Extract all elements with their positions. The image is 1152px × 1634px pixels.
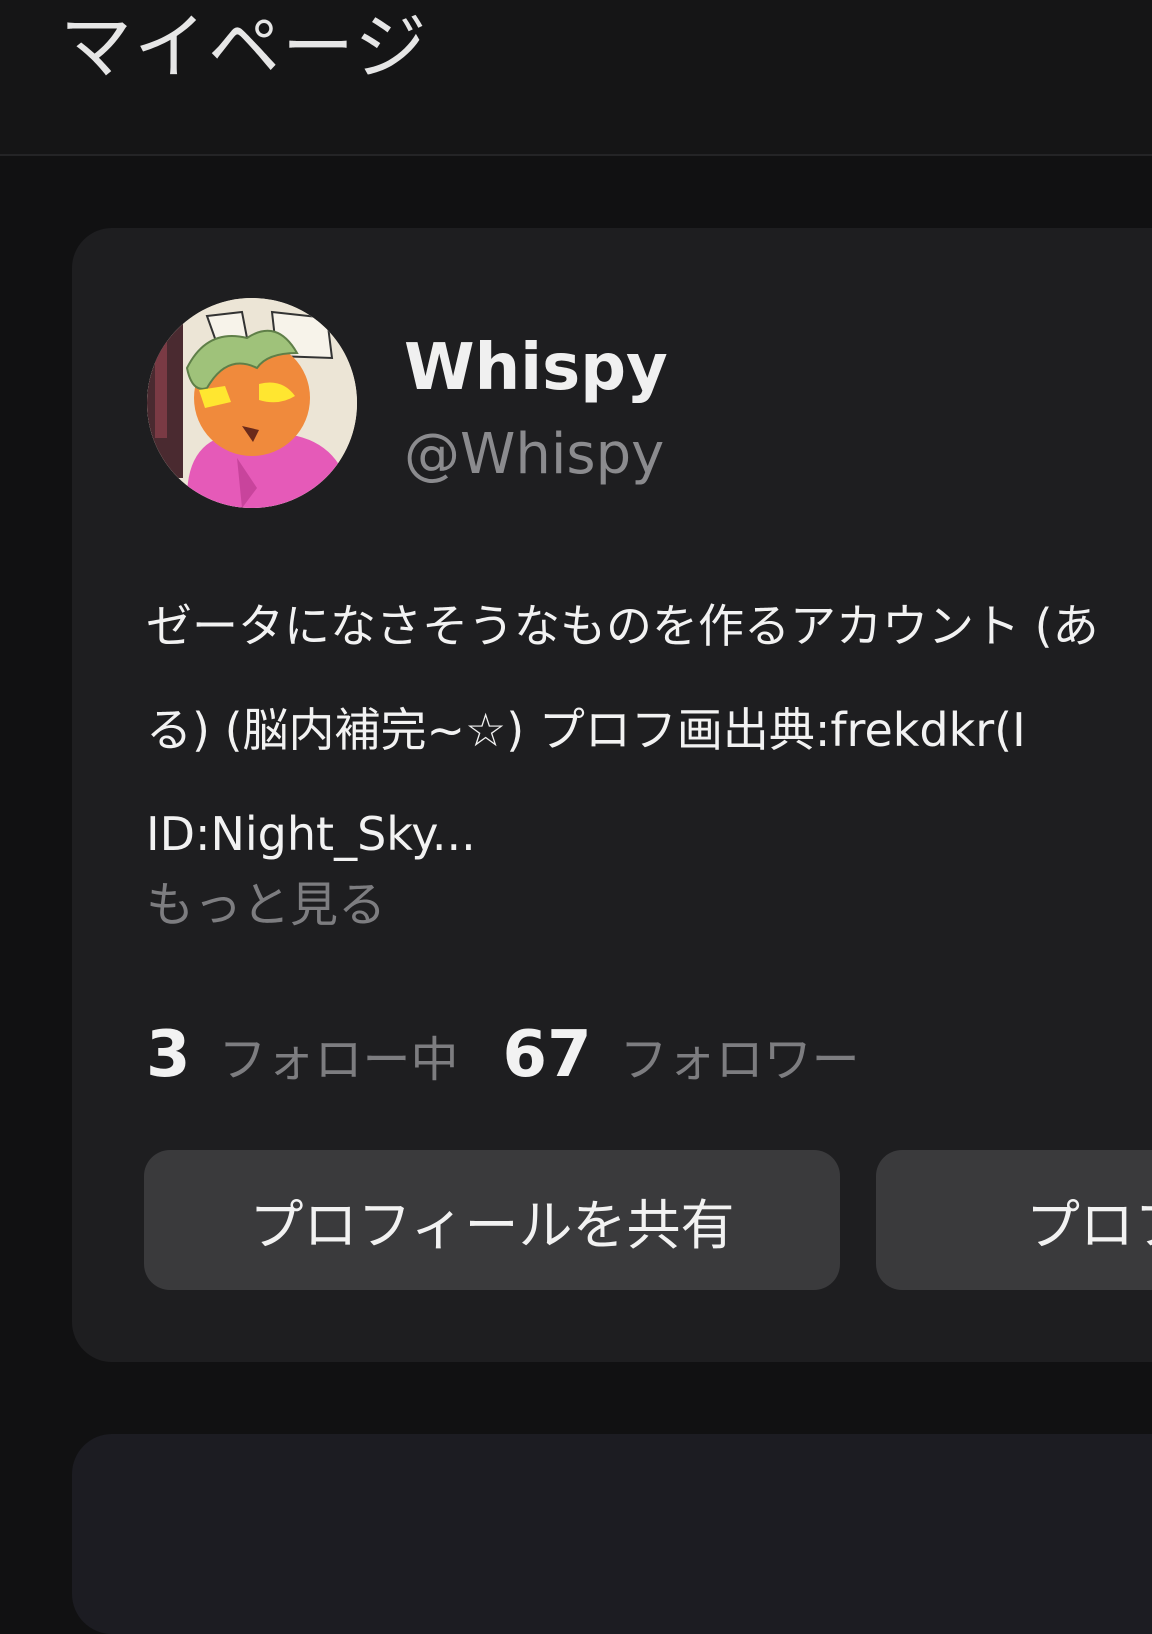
profile-card: Whispy @Whispy ゼータになさそうなものを作るアカウント (あ る)… [72,228,1152,1362]
share-profile-button[interactable]: プロフィールを共有 [144,1150,840,1290]
profile-avatar-image [147,298,357,508]
profile-bio: ゼータになさそうなものを作るアカウント (あ る) (脳内補完~☆) プロフ画出… [146,574,1152,886]
display-name: Whispy [404,331,668,405]
bio-line: る) (脳内補完~☆) プロフ画出典:frekdkr(I [146,703,1026,757]
avatar[interactable] [147,298,357,508]
following-label[interactable]: フォロー中 [219,1020,459,1090]
next-card [72,1434,1152,1634]
show-more-link[interactable]: もっと見る [146,870,386,940]
bio-line: ゼータになさそうなものを作るアカウント (あ [146,599,1099,653]
follow-stats: 3 フォロー中 67 フォロワー [146,1018,860,1098]
page-header: マイページ [0,0,1152,156]
page-title: マイページ [60,5,429,89]
followers-label[interactable]: フォロワー [620,1020,860,1090]
user-handle: @Whispy [404,422,665,487]
edit-profile-button[interactable]: プロフ [876,1150,1152,1290]
following-count[interactable]: 3 [146,1018,191,1092]
followers-count[interactable]: 67 [503,1018,592,1092]
